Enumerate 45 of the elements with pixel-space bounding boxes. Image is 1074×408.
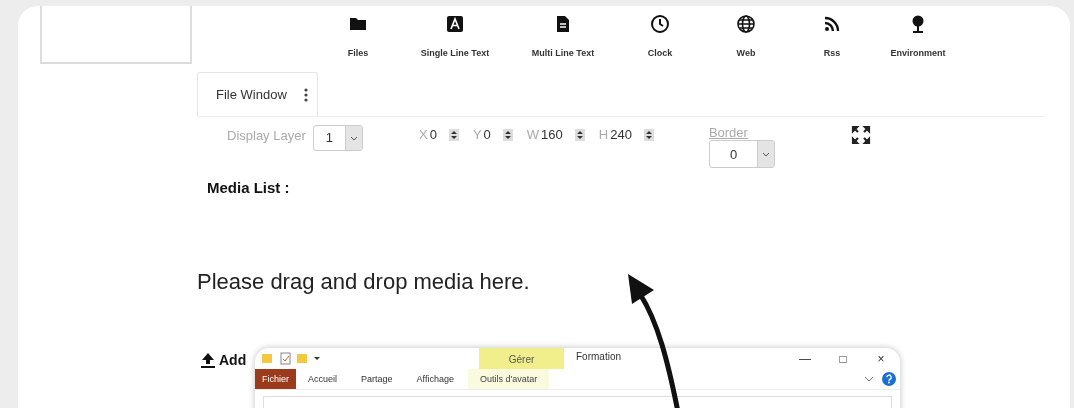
field-label: W: [526, 127, 540, 142]
help-icon[interactable]: [882, 372, 896, 386]
field-label: Display Layer: [227, 128, 306, 143]
spinner-icon[interactable]: [574, 128, 585, 141]
window-control[interactable]: ×: [862, 348, 900, 369]
clock-icon: [650, 14, 670, 34]
number-field[interactable]: 240: [610, 127, 654, 142]
globe-icon: [736, 14, 756, 34]
add-button[interactable]: Add: [201, 352, 247, 368]
field-label: Y: [472, 127, 482, 142]
widget-button[interactable]: Web: [705, 14, 787, 58]
widget-button[interactable]: Multi Line Text: [511, 14, 615, 58]
spinner-icon[interactable]: [643, 128, 654, 141]
window-title: Formation: [576, 350, 621, 364]
section-heading: Media List :: [207, 179, 291, 196]
context-tab[interactable]: Gérer: [479, 348, 564, 369]
widget-button[interactable]: Files: [317, 14, 399, 58]
expand-icon[interactable]: [851, 125, 872, 145]
spinner-icon[interactable]: [448, 128, 459, 141]
rss-icon: [822, 14, 842, 34]
number-field[interactable]: 0: [483, 127, 513, 142]
tab[interactable]: File Window: [197, 72, 318, 116]
chevron-icon[interactable]: [864, 376, 874, 382]
field-label: H: [598, 127, 609, 142]
ribbon-tab[interactable]: Outils d'avatar: [467, 369, 550, 389]
chevron-down-icon: [350, 135, 358, 141]
widget-button[interactable]: Single Line Text: [403, 14, 507, 58]
widget-button[interactable]: Clock: [619, 14, 701, 58]
chevron-down-icon: [762, 151, 771, 157]
layer-select[interactable]: 1: [312, 125, 363, 151]
spinner-icon[interactable]: [502, 128, 513, 141]
widget-button[interactable]: Environment: [877, 14, 959, 58]
ribbon-tab[interactable]: Fichier: [255, 369, 296, 389]
number-field[interactable]: 0: [429, 127, 459, 142]
field-label: X: [419, 127, 428, 142]
more-icon[interactable]: [304, 88, 308, 102]
number-field[interactable]: 160: [541, 127, 585, 142]
drop-hint: Please drag and drop media here.: [197, 269, 531, 295]
field-label: Border: [708, 125, 749, 140]
widget-button[interactable]: Rss: [791, 14, 873, 58]
upload-icon: [201, 352, 215, 368]
window-control[interactable]: —: [786, 348, 824, 369]
border-select[interactable]: 0: [708, 140, 776, 168]
letter-icon: [445, 14, 465, 34]
window-control[interactable]: □: [824, 348, 862, 369]
